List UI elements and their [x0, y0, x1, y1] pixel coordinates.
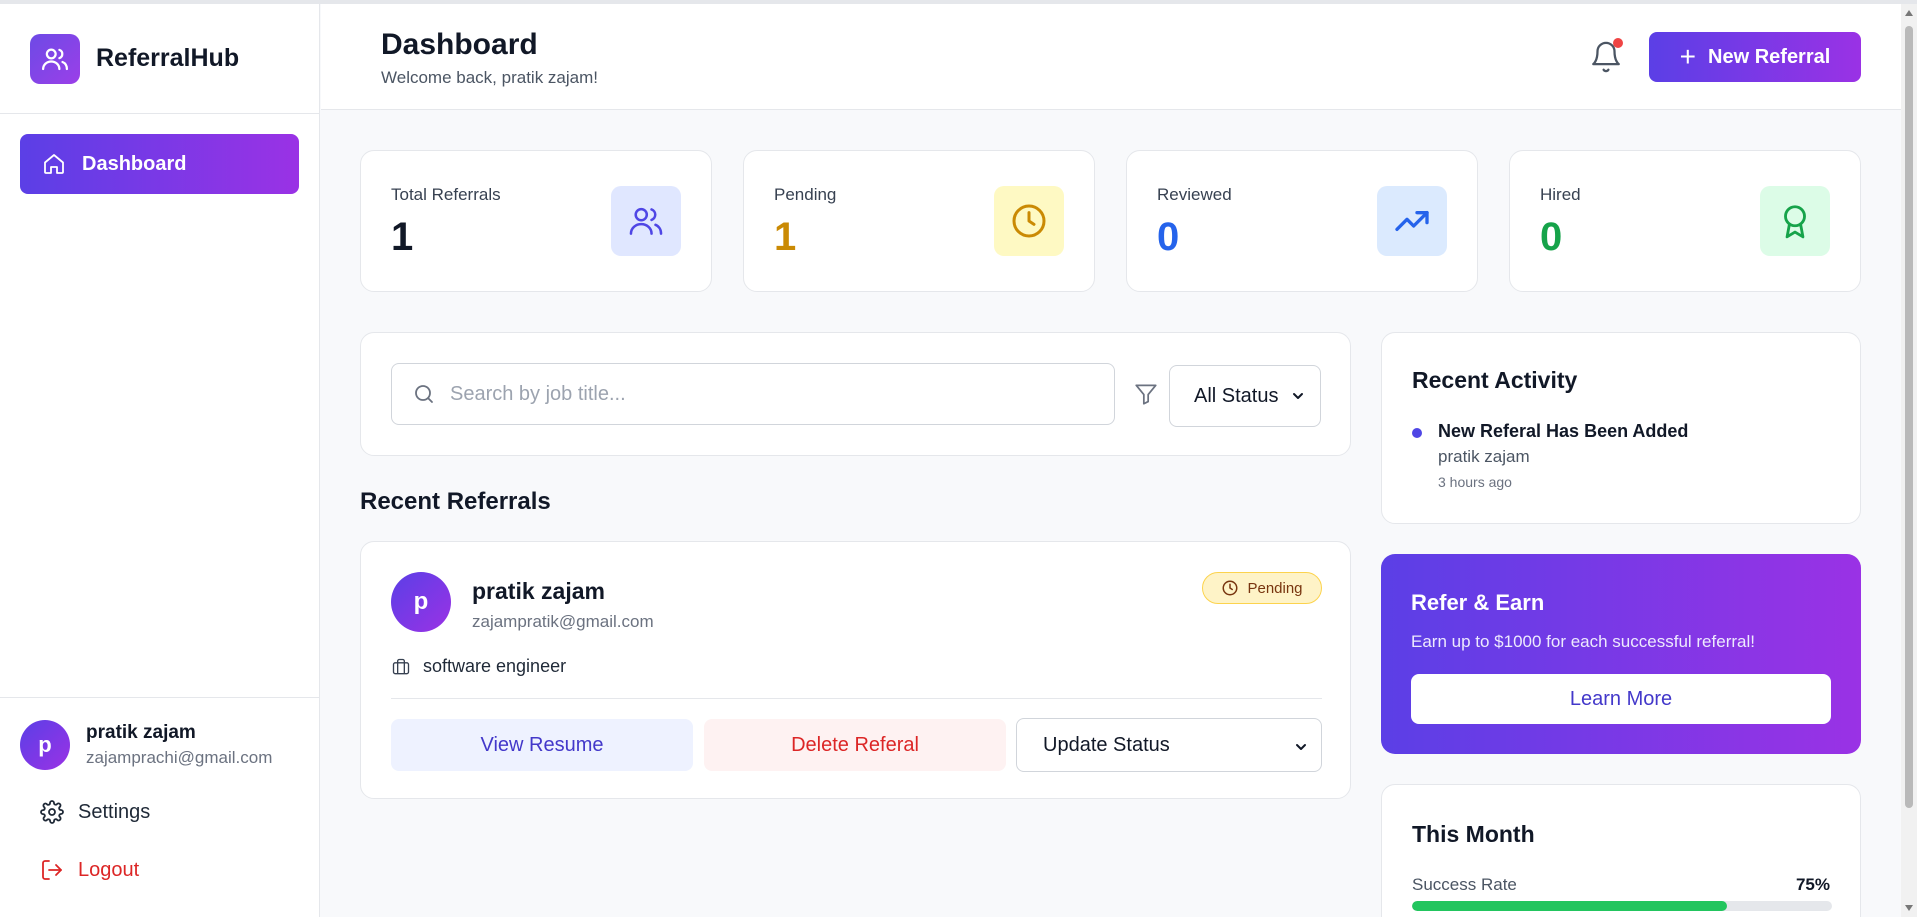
- stat-label: Total Referrals: [391, 185, 501, 204]
- activity-dot: [1412, 428, 1422, 438]
- search-input[interactable]: [450, 382, 1090, 406]
- stat-value: 0: [1157, 215, 1180, 259]
- users-icon: [611, 186, 681, 256]
- settings-label: Settings: [78, 800, 151, 823]
- clock-icon: [1222, 580, 1238, 596]
- referral-job: software engineer: [391, 656, 566, 677]
- referral-job-title: software engineer: [423, 656, 567, 676]
- new-referral-button[interactable]: + New Referral: [1649, 32, 1861, 82]
- chevron-down-icon: [1293, 393, 1303, 399]
- home-icon: [44, 154, 64, 174]
- stat-card-total-referrals: Total Referrals 1: [360, 150, 712, 292]
- scroll-up-arrow[interactable]: [1905, 10, 1913, 16]
- recent-referrals-title: Recent Referrals: [360, 488, 551, 515]
- stat-value: 1: [774, 215, 797, 259]
- sidebar-footer: p pratik zajam zajamprachi@gmail.com Set…: [0, 697, 320, 917]
- success-rate-fill: [1412, 901, 1727, 911]
- trending-up-icon: [1377, 186, 1447, 256]
- user-name: pratik zajam: [86, 722, 196, 743]
- welcome-text: Welcome back, pratik zajam!: [381, 68, 598, 87]
- stat-card-hired: Hired 0: [1509, 150, 1861, 292]
- stat-label: Pending: [774, 185, 837, 204]
- award-icon: [1760, 186, 1830, 256]
- user-email: zajamprachi@gmail.com: [86, 748, 273, 767]
- sidebar: ReferralHub Dashboard p pratik zajam zaj…: [0, 4, 320, 917]
- divider: [391, 698, 1322, 699]
- notification-dot: [1613, 38, 1623, 48]
- page-header: Dashboard Welcome back, pratik zajam! + …: [321, 4, 1901, 110]
- avatar: p: [20, 720, 70, 770]
- status-filter-select[interactable]: All Status: [1169, 365, 1321, 427]
- settings-link[interactable]: Settings: [40, 800, 300, 824]
- filter-icon: [1135, 384, 1157, 405]
- brand-name: ReferralHub: [96, 44, 240, 72]
- referral-card: p pratik zajam zajampratik@gmail.com Pen…: [360, 541, 1351, 799]
- sidebar-item-label: Dashboard: [82, 152, 187, 175]
- stat-card-pending: Pending 1: [743, 150, 1095, 292]
- activity-title: New Referal Has Been Added: [1438, 421, 1689, 441]
- scroll-down-arrow[interactable]: [1905, 905, 1913, 911]
- chevron-down-icon: [1296, 744, 1306, 750]
- refer-earn-card: Refer & Earn Earn up to $1000 for each s…: [1381, 554, 1861, 754]
- new-referral-label: New Referral: [1708, 45, 1831, 68]
- refer-earn-title: Refer & Earn: [1411, 590, 1545, 615]
- brand[interactable]: ReferralHub: [0, 4, 319, 114]
- update-status-select[interactable]: Update Status: [1016, 718, 1322, 772]
- this-month-title: This Month: [1412, 821, 1535, 847]
- learn-more-button[interactable]: Learn More: [1411, 674, 1831, 724]
- stat-value: 0: [1540, 215, 1563, 259]
- current-user[interactable]: p pratik zajam zajamprachi@gmail.com: [20, 720, 300, 770]
- sidebar-item-dashboard[interactable]: Dashboard: [20, 134, 299, 194]
- scroll-thumb[interactable]: [1905, 26, 1913, 808]
- activity-time: 3 hours ago: [1438, 474, 1512, 490]
- page-title: Dashboard: [381, 28, 538, 61]
- stat-value: 1: [391, 215, 414, 259]
- success-rate-progress: [1412, 901, 1832, 911]
- clock-icon: [994, 186, 1064, 256]
- plus-icon: +: [1679, 41, 1697, 72]
- refer-earn-text: Earn up to $1000 for each successful ref…: [1411, 632, 1755, 651]
- delete-referral-button[interactable]: Delete Referal: [704, 719, 1006, 771]
- status-filter-value: All Status: [1194, 384, 1279, 407]
- stat-card-reviewed: Reviewed 0: [1126, 150, 1478, 292]
- success-rate-value: 75%: [1795, 875, 1830, 894]
- gear-icon: [40, 800, 64, 824]
- logout-link[interactable]: Logout: [40, 858, 300, 882]
- search-icon: [415, 385, 433, 403]
- recent-activity-card: Recent Activity New Referal Has Been Add…: [1381, 332, 1861, 524]
- this-month-card: This Month Success Rate 75%: [1381, 784, 1861, 917]
- search-box[interactable]: [391, 363, 1115, 425]
- users-icon: [30, 33, 80, 84]
- recent-activity-title: Recent Activity: [1412, 367, 1578, 393]
- status-badge-label: Pending: [1247, 579, 1303, 597]
- sidebar-nav: Dashboard: [0, 114, 319, 214]
- logout-label: Logout: [78, 858, 140, 881]
- view-resume-button[interactable]: View Resume: [391, 719, 693, 771]
- success-rate-label: Success Rate: [1412, 875, 1517, 894]
- referral-email: zajampratik@gmail.com: [472, 612, 654, 631]
- briefcase-icon: [392, 658, 410, 674]
- stat-label: Hired: [1540, 185, 1581, 204]
- referral-name: pratik zajam: [472, 578, 605, 604]
- scrollbar[interactable]: [1901, 4, 1917, 917]
- referral-avatar: p: [391, 572, 451, 632]
- activity-user: pratik zajam: [1438, 447, 1530, 466]
- logout-icon: [42, 860, 62, 880]
- stat-label: Reviewed: [1157, 185, 1232, 204]
- status-badge: Pending: [1202, 572, 1322, 604]
- search-panel: All Status: [360, 332, 1351, 456]
- update-status-label: Update Status: [1043, 733, 1170, 756]
